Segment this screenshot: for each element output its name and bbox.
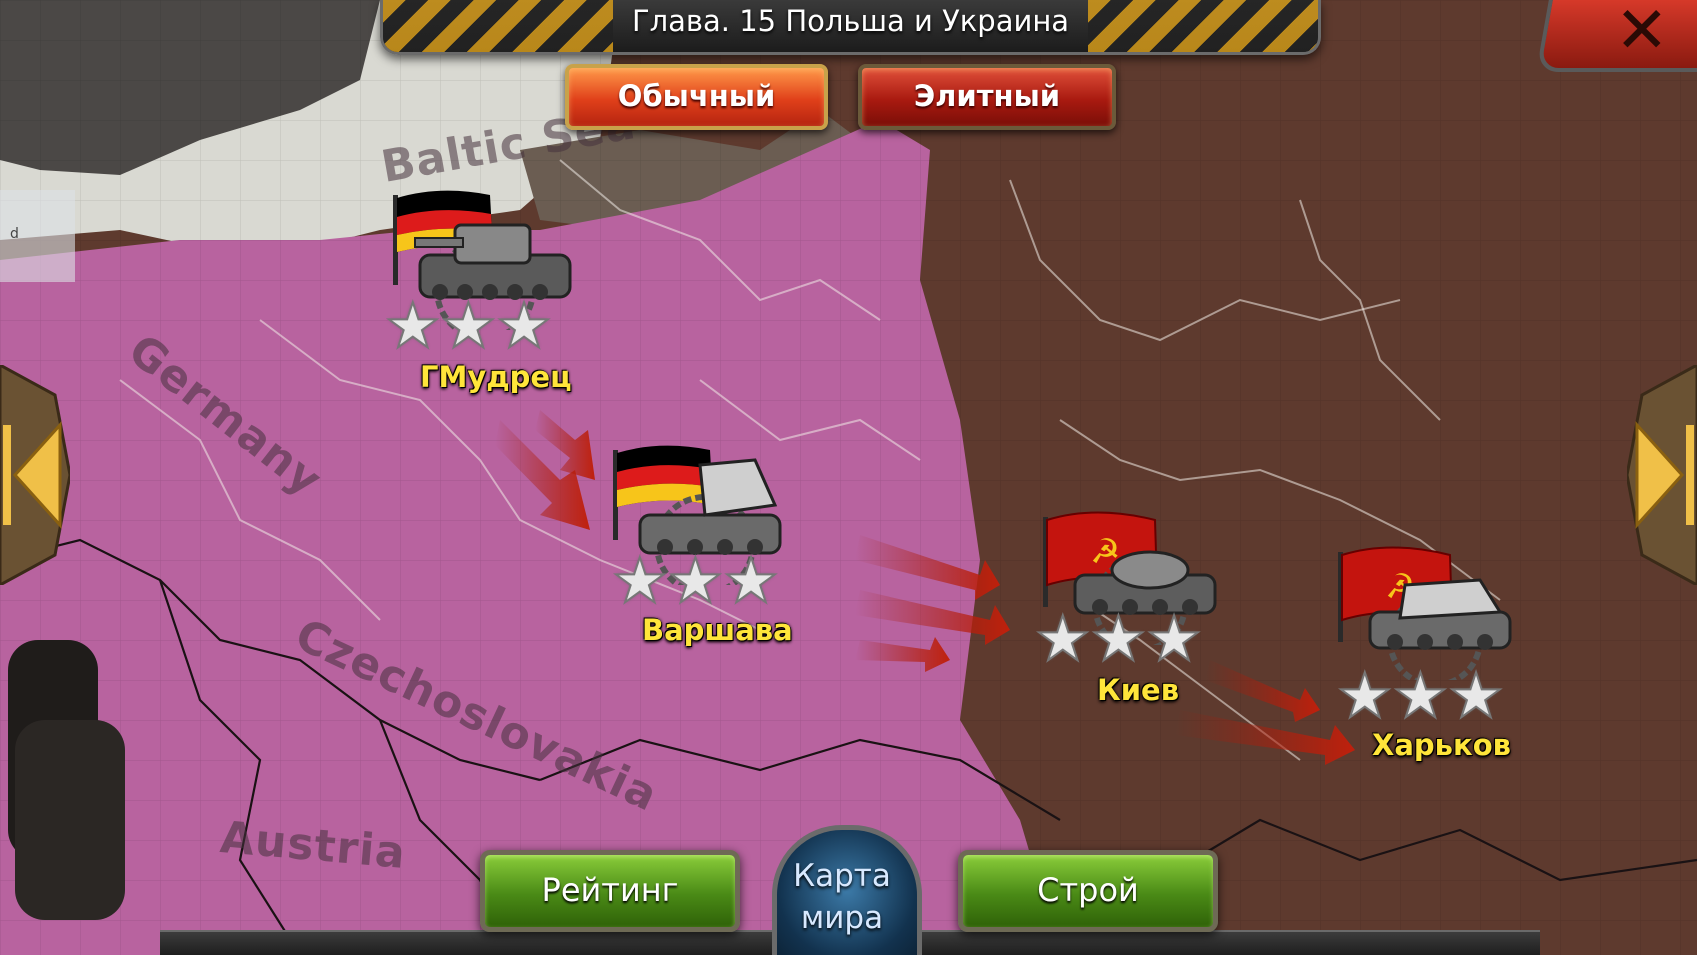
star-icon: ★ [384, 289, 442, 362]
star-icon: ★ [495, 289, 553, 362]
stage-4-stars: ★ ★ ★ [1336, 659, 1505, 732]
rating-button[interactable]: Рейтинг [480, 850, 740, 932]
chapter-header: Глава. 15 Польша и Украина [380, 0, 1321, 55]
arrow-right-icon[interactable] [1627, 365, 1697, 585]
campaign-map [0, 0, 1697, 955]
star-icon: ★ [1336, 659, 1394, 732]
world-map-label-line2: мира [800, 900, 884, 936]
game-screen: Baltic Sea Germany Czechoslovakia Austri… [0, 0, 1697, 955]
star-icon: ★ [1145, 602, 1203, 675]
stage-2-stars: ★ ★ ★ [611, 544, 780, 617]
chapter-title: Глава. 15 Польша и Украина [631, 4, 1070, 38]
star-icon: ★ [722, 544, 780, 617]
star-icon: ★ [1392, 659, 1450, 732]
star-icon: ★ [1034, 602, 1092, 675]
normal-mode-button[interactable]: Обычный [565, 64, 828, 130]
formation-button[interactable]: Строй [958, 850, 1218, 932]
star-icon: ★ [440, 289, 498, 362]
stage-name[interactable]: ГМудрец [420, 360, 572, 394]
star-icon: ★ [1447, 659, 1505, 732]
arrow-left-icon[interactable] [0, 365, 70, 585]
world-map-label[interactable]: Карта мира [772, 855, 912, 939]
stage-name[interactable]: Киев [1097, 673, 1179, 707]
star-icon: ★ [667, 544, 725, 617]
side-tab[interactable]: d [0, 190, 75, 282]
close-icon[interactable]: ✕ [1615, 0, 1669, 68]
world-map-label-line1: Карта [793, 858, 891, 894]
stage-3-stars: ★ ★ ★ [1034, 602, 1203, 675]
elite-mode-button[interactable]: Элитный [858, 64, 1116, 130]
stage-1-stars: ★ ★ ★ [384, 289, 553, 362]
side-tab-label: d [10, 226, 19, 242]
stage-name[interactable]: Харьков [1372, 728, 1511, 762]
stage-name[interactable]: Варшава [642, 613, 793, 647]
star-icon: ★ [1090, 602, 1148, 675]
star-icon: ★ [611, 544, 669, 617]
